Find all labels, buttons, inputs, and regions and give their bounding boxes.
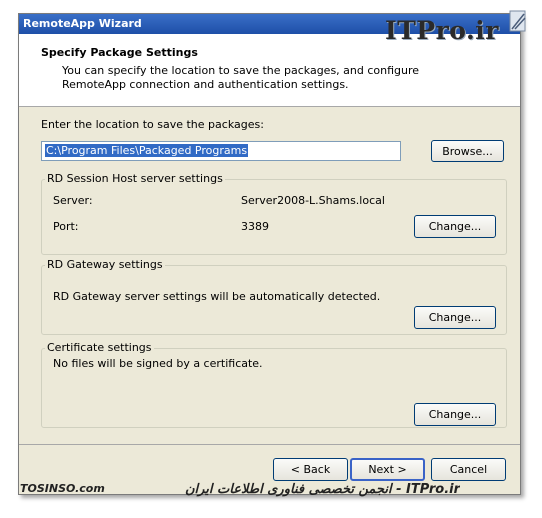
certificate-change-button[interactable]: Change... bbox=[414, 403, 496, 426]
server-label: Server: bbox=[53, 194, 93, 207]
next-button[interactable]: Next > bbox=[350, 458, 425, 481]
location-input-value: C:\Program Files\Packaged Programs bbox=[45, 144, 249, 157]
rd-session-change-button[interactable]: Change... bbox=[414, 215, 496, 238]
rd-session-group-title: RD Session Host server settings bbox=[45, 172, 225, 185]
rd-gateway-description: RD Gateway server settings will be autom… bbox=[53, 290, 381, 303]
watermark-left: TOSINSO.com bbox=[20, 482, 105, 495]
certificate-group-title: Certificate settings bbox=[45, 341, 154, 354]
watermark-right: ITPro.ir - انجمن تخصصی فناوری اطلاعات ای… bbox=[184, 482, 460, 497]
port-value: 3389 bbox=[241, 220, 269, 233]
wizard-window: RemoteApp Wizard Specify Package Setting… bbox=[18, 13, 521, 495]
location-label: Enter the location to save the packages: bbox=[41, 118, 264, 131]
back-button[interactable]: < Back bbox=[273, 458, 348, 481]
cancel-button[interactable]: Cancel bbox=[431, 458, 506, 481]
location-input[interactable]: C:\Program Files\Packaged Programs bbox=[41, 141, 401, 161]
footer-divider bbox=[19, 444, 520, 445]
rd-gateway-change-button[interactable]: Change... bbox=[414, 306, 496, 329]
page-title: Specify Package Settings bbox=[41, 46, 198, 59]
window-title: RemoteApp Wizard bbox=[23, 17, 142, 30]
logo-mark-icon bbox=[509, 10, 526, 32]
page-subtitle: You can specify the location to save the… bbox=[62, 64, 420, 91]
port-label: Port: bbox=[53, 220, 79, 233]
certificate-description: No files will be signed by a certificate… bbox=[53, 357, 263, 370]
server-value: Server2008-L.Shams.local bbox=[241, 194, 385, 207]
itpro-logo: ITPro.ir bbox=[385, 16, 499, 45]
rd-gateway-group-title: RD Gateway settings bbox=[45, 258, 165, 271]
browse-button[interactable]: Browse... bbox=[431, 140, 504, 162]
